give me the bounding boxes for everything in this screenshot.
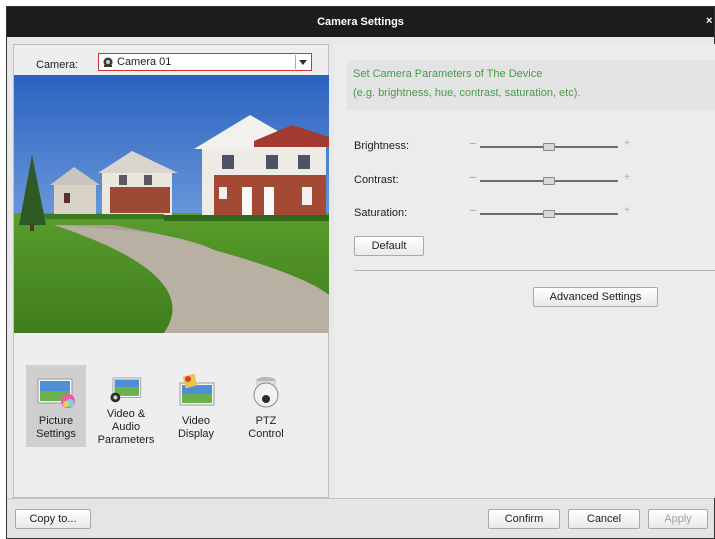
info-box: Set Camera Parameters of The Device (e.g… — [347, 60, 715, 110]
contrast-row: Contrast: — [354, 172, 454, 188]
brightness-label: Brightness: — [354, 140, 410, 152]
video-audio-icon — [110, 377, 142, 403]
right-pane: Set Camera Parameters of The Device (e.g… — [334, 44, 715, 498]
tab-video-display-line1: Video — [182, 415, 210, 427]
camera-select-value: Camera 01 — [117, 56, 172, 68]
copy-to-button[interactable]: Copy to... — [15, 509, 91, 529]
brightness-row: Brightness: — [354, 138, 454, 154]
tab-video-audio-line1: Video & Audio — [106, 408, 146, 433]
divider — [354, 270, 715, 271]
video-display-icon — [179, 373, 215, 406]
info-line-1: Set Camera Parameters of The Device — [353, 68, 543, 80]
slider-knob[interactable] — [543, 177, 555, 185]
settings-tabs: Picture Settings Video & Audio Parameter… — [26, 365, 306, 451]
chevron-down-icon[interactable] — [295, 55, 310, 69]
left-pane: Camera: Camera 01 Picture Settings Video… — [13, 44, 329, 498]
brightness-slider[interactable]: – + — [470, 138, 630, 152]
slider-minus-icon: – — [470, 138, 476, 149]
advanced-settings-button[interactable]: Advanced Settings — [533, 287, 658, 307]
camera-preview-image — [14, 75, 329, 333]
slider-plus-icon: + — [624, 138, 630, 149]
tab-ptz-control[interactable]: PTZ Control — [236, 365, 296, 447]
window-title: Camera Settings — [317, 16, 404, 28]
contrast-label: Contrast: — [354, 174, 399, 186]
default-button[interactable]: Default — [354, 236, 424, 256]
ptz-dome-camera-icon — [253, 377, 279, 408]
tab-picture-settings-line1: Picture — [38, 415, 74, 427]
tab-picture-settings[interactable]: Picture Settings — [26, 365, 86, 447]
tab-picture-settings-line2: Settings — [36, 428, 76, 440]
saturation-row: Saturation: — [354, 205, 454, 221]
cancel-button[interactable]: Cancel — [568, 509, 640, 529]
slider-plus-icon: + — [624, 172, 630, 183]
camera-label: Camera: — [36, 59, 79, 71]
confirm-button[interactable]: Confirm — [488, 509, 560, 529]
slider-minus-icon: – — [470, 172, 476, 183]
saturation-label: Saturation: — [354, 207, 408, 219]
camera-settings-dialog: Camera Settings × Camera: Camera 01 Pict… — [6, 6, 715, 539]
picture-settings-icon — [37, 378, 75, 408]
info-line-2: (e.g. brightness, hue, contrast, saturat… — [353, 87, 581, 99]
slider-knob[interactable] — [543, 143, 555, 151]
slider-minus-icon: – — [470, 205, 476, 216]
apply-button[interactable]: Apply — [648, 509, 708, 529]
tab-video-audio-line2: Parameters — [97, 434, 155, 446]
slider-plus-icon: + — [624, 205, 630, 216]
tab-video-display[interactable]: Video Display — [166, 365, 226, 447]
tab-ptz-line1: PTZ — [255, 415, 277, 427]
tab-video-audio-parameters[interactable]: Video & Audio Parameters — [96, 365, 156, 447]
camera-icon — [103, 57, 113, 67]
tab-video-display-line2: Display — [177, 428, 215, 440]
preview-scene — [14, 75, 329, 333]
contrast-slider[interactable]: – + — [470, 172, 630, 186]
footer-bar: Copy to... Confirm Cancel Apply — [7, 498, 714, 538]
title-bar: Camera Settings × — [7, 7, 714, 37]
slider-knob[interactable] — [543, 210, 555, 218]
close-icon[interactable]: × — [706, 15, 714, 27]
tab-ptz-line2: Control — [248, 428, 284, 440]
saturation-slider[interactable]: – + — [470, 205, 630, 219]
camera-select[interactable]: Camera 01 — [98, 53, 312, 71]
